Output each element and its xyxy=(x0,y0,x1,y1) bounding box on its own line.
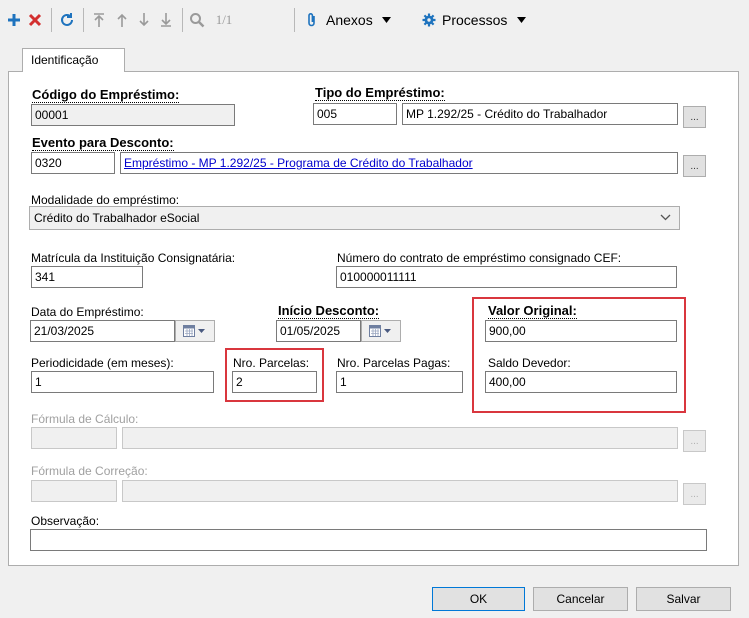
matricula-label: Matrícula da Instituição Consignatária: xyxy=(31,251,236,265)
chevron-down-icon xyxy=(517,17,527,23)
observacao-field[interactable] xyxy=(30,529,707,551)
search-icon[interactable] xyxy=(186,8,208,32)
formula-correcao-label: Fórmula de Correção: xyxy=(31,464,148,478)
calendar-icon xyxy=(369,325,391,337)
tipo-code-field[interactable]: 005 xyxy=(313,103,397,125)
add-icon[interactable] xyxy=(4,8,24,32)
paperclip-icon xyxy=(308,13,315,27)
page-indicator: 1/1 xyxy=(215,12,233,27)
evento-code-field[interactable]: 0320 xyxy=(31,152,115,174)
processes-label: Processos xyxy=(442,12,508,28)
toolbar: 1/1 Anexos Processos xyxy=(0,0,749,40)
formula-correcao-code-field xyxy=(31,480,117,502)
calendar-picker-button[interactable] xyxy=(361,320,401,342)
last-record-icon[interactable] xyxy=(155,8,177,32)
gear-icon xyxy=(422,13,436,27)
codigo-label: Código do Empréstimo: xyxy=(32,87,180,103)
evento-description-link[interactable]: Empréstimo - MP 1.292/25 - Programa de C… xyxy=(120,152,678,174)
calendar-picker-button[interactable] xyxy=(175,320,215,342)
cancel-button[interactable]: Cancelar xyxy=(533,587,628,611)
nro-parcelas-pagas-field[interactable]: 1 xyxy=(336,371,463,393)
toolbar-separator xyxy=(294,8,295,32)
inicio-desconto-label: Início Desconto: xyxy=(278,303,380,319)
toolbar-separator xyxy=(83,8,84,32)
periodicidade-label: Periodicidade (em meses): xyxy=(31,356,174,370)
contrato-label: Número do contrato de empréstimo consign… xyxy=(337,251,622,265)
formula-calculo-label: Fórmula de Cálculo: xyxy=(31,412,139,426)
tab-identificacao[interactable]: Identificação xyxy=(22,48,125,72)
save-button[interactable]: Salvar xyxy=(636,587,731,611)
modalidade-select[interactable]: Crédito do Trabalhador eSocial xyxy=(29,206,680,230)
toolbar-separator xyxy=(182,8,183,32)
inicio-desconto-field[interactable]: 01/05/2025 xyxy=(276,320,361,342)
codigo-field[interactable]: 00001 xyxy=(31,104,235,126)
data-emprestimo-label: Data do Empréstimo: xyxy=(31,305,144,319)
modalidade-label: Modalidade do empréstimo: xyxy=(31,193,180,207)
ok-button[interactable]: OK xyxy=(432,587,525,611)
evento-label: Evento para Desconto: xyxy=(32,135,174,151)
formula-correcao-description-field xyxy=(122,480,678,502)
refresh-icon[interactable] xyxy=(56,8,78,32)
tipo-lookup-button[interactable]: ... xyxy=(683,106,706,128)
previous-record-icon[interactable] xyxy=(111,8,133,32)
toolbar-separator xyxy=(51,8,52,32)
periodicidade-field[interactable]: 1 xyxy=(31,371,214,393)
next-record-icon[interactable] xyxy=(133,8,155,32)
attachments-label: Anexos xyxy=(326,12,373,28)
tipo-label: Tipo do Empréstimo: xyxy=(315,85,445,101)
chevron-down-icon xyxy=(381,17,391,23)
delete-icon[interactable] xyxy=(25,8,45,32)
processes-button[interactable]: Processos xyxy=(422,8,552,32)
evento-lookup-button[interactable]: ... xyxy=(683,155,706,177)
formula-calculo-code-field xyxy=(31,427,117,449)
tipo-description-field[interactable]: MP 1.292/25 - Crédito do Trabalhador xyxy=(402,103,678,125)
data-emprestimo-field[interactable]: 21/03/2025 xyxy=(30,320,175,342)
formula-calculo-lookup-button: ... xyxy=(683,430,706,452)
matricula-field[interactable]: 341 xyxy=(31,266,143,288)
highlight-box xyxy=(472,297,686,413)
observacao-label: Observação: xyxy=(31,514,100,528)
formula-calculo-description-field xyxy=(122,427,678,449)
highlight-box xyxy=(225,348,324,402)
chevron-down-icon xyxy=(660,214,671,221)
modalidade-value: Crédito do Trabalhador eSocial xyxy=(34,211,200,225)
contrato-field[interactable]: 010000011111 xyxy=(336,266,677,288)
calendar-icon xyxy=(183,325,205,337)
nro-parcelas-pagas-label: Nro. Parcelas Pagas: xyxy=(337,356,451,370)
first-record-icon[interactable] xyxy=(88,8,110,32)
attachments-button[interactable]: Anexos xyxy=(306,8,418,32)
formula-correcao-lookup-button: ... xyxy=(683,483,706,505)
